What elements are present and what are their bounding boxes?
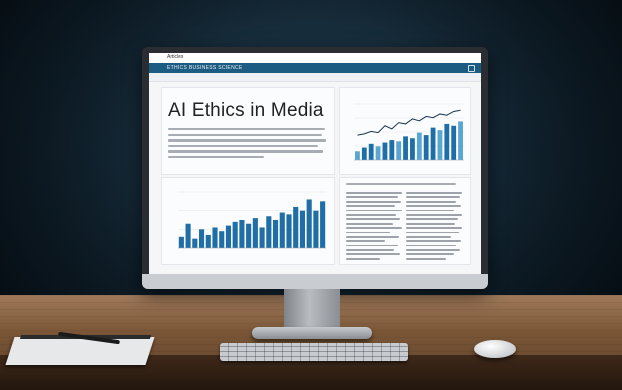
bar bbox=[368, 143, 374, 160]
bar bbox=[382, 142, 388, 160]
site-navbar: ETHICS BUSINESS SCIENCE bbox=[149, 63, 481, 73]
bar bbox=[192, 238, 198, 248]
bar bbox=[306, 199, 312, 248]
bar bbox=[320, 201, 326, 248]
bar bbox=[286, 214, 292, 248]
bar bbox=[313, 210, 319, 248]
card-heading bbox=[346, 183, 456, 185]
bar bbox=[423, 135, 429, 160]
bar bbox=[219, 231, 225, 248]
bar bbox=[232, 221, 238, 248]
text-columns-card bbox=[339, 177, 471, 265]
combo-chart bbox=[354, 103, 464, 161]
bar bbox=[451, 125, 457, 160]
keyboard bbox=[220, 343, 408, 361]
topbar-title: Articles bbox=[167, 54, 184, 60]
article-card: AI Ethics in Media bbox=[161, 87, 335, 175]
text-line bbox=[168, 139, 327, 142]
text-line bbox=[168, 155, 264, 159]
monitor-base bbox=[252, 327, 372, 339]
bar bbox=[205, 234, 211, 248]
bar bbox=[272, 220, 279, 248]
bar-chart bbox=[178, 191, 326, 249]
bar bbox=[299, 210, 306, 248]
bar bbox=[279, 212, 285, 248]
text-line bbox=[168, 150, 324, 153]
bar bbox=[403, 136, 408, 160]
bar bbox=[444, 123, 450, 160]
bar bbox=[293, 206, 299, 248]
text-line bbox=[168, 144, 319, 148]
monitor-stand bbox=[284, 289, 340, 329]
sub-toolbar bbox=[149, 73, 481, 82]
line-bar-chart-card bbox=[339, 87, 471, 175]
bar bbox=[185, 223, 191, 248]
bar bbox=[389, 140, 395, 160]
menu-icon[interactable] bbox=[468, 65, 475, 72]
article-headline: AI Ethics in Media bbox=[168, 100, 324, 121]
bar bbox=[361, 147, 367, 160]
bar bbox=[375, 146, 381, 160]
notepad bbox=[5, 337, 155, 365]
text-line bbox=[168, 133, 322, 136]
text-line bbox=[168, 128, 325, 131]
bar bbox=[410, 138, 415, 160]
bar bbox=[396, 141, 402, 160]
bar bbox=[259, 227, 265, 248]
bar bbox=[416, 132, 422, 160]
bar bbox=[239, 220, 245, 248]
bar bbox=[225, 225, 232, 248]
bar bbox=[266, 216, 272, 248]
bar bbox=[212, 227, 218, 248]
bar bbox=[355, 151, 360, 160]
bar bbox=[430, 127, 436, 160]
bar bbox=[437, 130, 443, 160]
bar bbox=[178, 236, 184, 248]
monitor-chin bbox=[142, 274, 488, 289]
text-column-right bbox=[406, 192, 462, 262]
scene: Articles ETHICS BUSINESS SCIENCE AI Ethi… bbox=[0, 0, 622, 390]
bar bbox=[198, 229, 205, 248]
nav-links[interactable]: ETHICS BUSINESS SCIENCE bbox=[167, 65, 243, 71]
bar bbox=[252, 218, 258, 248]
mouse bbox=[474, 340, 516, 358]
text-column-left bbox=[346, 192, 402, 262]
article-body bbox=[168, 128, 328, 161]
screen: Articles ETHICS BUSINESS SCIENCE AI Ethi… bbox=[149, 53, 481, 274]
bar bbox=[246, 223, 252, 248]
bar-chart-card bbox=[161, 177, 335, 265]
bar bbox=[458, 121, 463, 160]
